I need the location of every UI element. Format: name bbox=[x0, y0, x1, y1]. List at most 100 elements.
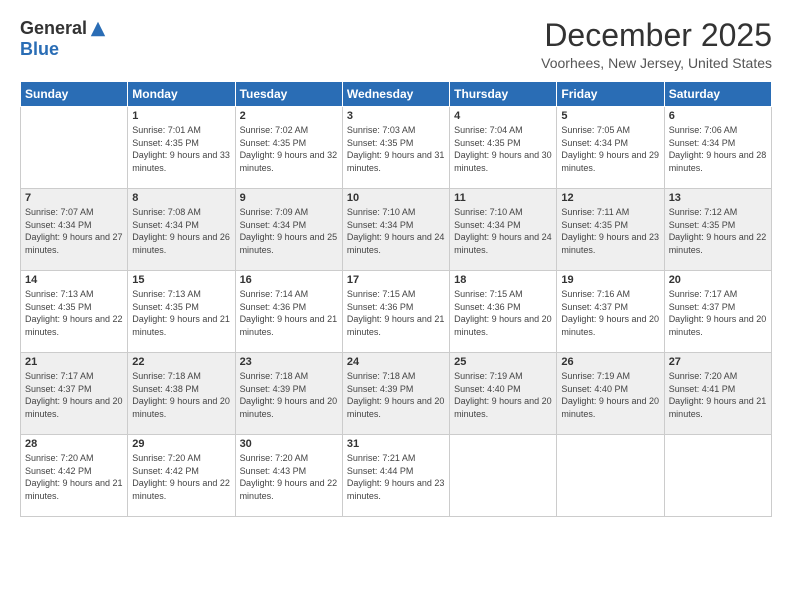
day-info: Sunrise: 7:21 AMSunset: 4:44 PMDaylight:… bbox=[347, 452, 445, 502]
table-row: 29Sunrise: 7:20 AMSunset: 4:42 PMDayligh… bbox=[128, 435, 235, 517]
calendar-week-row: 7 Sunrise: 7:07 AMSunset: 4:34 PMDaylight… bbox=[21, 189, 772, 271]
day-number: 2 bbox=[240, 110, 338, 122]
day-info: Sunrise: 7:16 AMSunset: 4:37 PMDaylight:… bbox=[561, 288, 659, 338]
day-info: Sunrise: 7:17 AMSunset: 4:37 PMDaylight:… bbox=[25, 370, 123, 420]
day-number: 12 bbox=[561, 192, 659, 204]
table-row bbox=[21, 107, 128, 189]
day-info: Sunrise: 7:18 AMSunset: 4:39 PMDaylight:… bbox=[240, 370, 338, 420]
logo: General Blue bbox=[20, 18, 107, 60]
day-info: Sunrise: 7:20 AMSunset: 4:42 PMDaylight:… bbox=[25, 452, 123, 502]
day-number: 11 bbox=[454, 192, 552, 204]
table-row bbox=[450, 435, 557, 517]
day-number: 15 bbox=[132, 274, 230, 286]
day-info: Sunrise: 7:02 AMSunset: 4:35 PMDaylight:… bbox=[240, 124, 338, 174]
day-number: 22 bbox=[132, 356, 230, 368]
calendar-week-row: 1Sunrise: 7:01 AMSunset: 4:35 PMDaylight… bbox=[21, 107, 772, 189]
table-row: 13Sunrise: 7:12 AMSunset: 4:35 PMDayligh… bbox=[664, 189, 771, 271]
day-info: Sunrise: 7:17 AMSunset: 4:37 PMDaylight:… bbox=[669, 288, 767, 338]
day-info: Sunrise: 7:20 AMSunset: 4:42 PMDaylight:… bbox=[132, 452, 230, 502]
table-row: 10 Sunrise: 7:10 AMSunset: 4:34 PMDayligh… bbox=[342, 189, 449, 271]
day-number: 5 bbox=[561, 110, 659, 122]
table-row: 2 Sunrise: 7:02 AMSunset: 4:35 PMDaylight… bbox=[235, 107, 342, 189]
day-number: 19 bbox=[561, 274, 659, 286]
day-info: Sunrise: 7:10 AMSunset: 4:34 PMDaylight:… bbox=[347, 206, 445, 256]
day-info: Sunrise: 7:03 AMSunset: 4:35 PMDaylight:… bbox=[347, 124, 445, 174]
weekday-header-row: Sunday Monday Tuesday Wednesday Thursday… bbox=[21, 82, 772, 107]
table-row: 22 Sunrise: 7:18 AMSunset: 4:38 PMDayligh… bbox=[128, 353, 235, 435]
day-number: 23 bbox=[240, 356, 338, 368]
header-sunday: Sunday bbox=[21, 82, 128, 107]
day-info: Sunrise: 7:18 AMSunset: 4:38 PMDaylight:… bbox=[132, 370, 230, 420]
day-number: 25 bbox=[454, 356, 552, 368]
table-row: 31 Sunrise: 7:21 AMSunset: 4:44 PMDayligh… bbox=[342, 435, 449, 517]
table-row: 21Sunrise: 7:17 AMSunset: 4:37 PMDayligh… bbox=[21, 353, 128, 435]
day-number: 3 bbox=[347, 110, 445, 122]
title-block: December 2025 Voorhees, New Jersey, Unit… bbox=[541, 18, 772, 71]
day-number: 1 bbox=[132, 110, 230, 122]
table-row: 23 Sunrise: 7:18 AMSunset: 4:39 PMDayligh… bbox=[235, 353, 342, 435]
header-thursday: Thursday bbox=[450, 82, 557, 107]
day-info: Sunrise: 7:14 AMSunset: 4:36 PMDaylight:… bbox=[240, 288, 338, 338]
header-tuesday: Tuesday bbox=[235, 82, 342, 107]
day-number: 17 bbox=[347, 274, 445, 286]
day-number: 8 bbox=[132, 192, 230, 204]
day-info: Sunrise: 7:10 AMSunset: 4:34 PMDaylight:… bbox=[454, 206, 552, 256]
table-row: 19 Sunrise: 7:16 AMSunset: 4:37 PMDayligh… bbox=[557, 271, 664, 353]
calendar-week-row: 28 Sunrise: 7:20 AMSunset: 4:42 PMDayligh… bbox=[21, 435, 772, 517]
table-row: 16Sunrise: 7:14 AMSunset: 4:36 PMDayligh… bbox=[235, 271, 342, 353]
header-saturday: Saturday bbox=[664, 82, 771, 107]
day-info: Sunrise: 7:11 AMSunset: 4:35 PMDaylight:… bbox=[561, 206, 659, 256]
table-row: 27 Sunrise: 7:20 AMSunset: 4:41 PMDayligh… bbox=[664, 353, 771, 435]
logo-general-text: General bbox=[20, 18, 87, 39]
day-number: 20 bbox=[669, 274, 767, 286]
day-number: 24 bbox=[347, 356, 445, 368]
table-row: 4Sunrise: 7:04 AMSunset: 4:35 PMDaylight… bbox=[450, 107, 557, 189]
day-info: Sunrise: 7:20 AMSunset: 4:43 PMDaylight:… bbox=[240, 452, 338, 502]
table-row: 30 Sunrise: 7:20 AMSunset: 4:43 PMDayligh… bbox=[235, 435, 342, 517]
day-info: Sunrise: 7:13 AMSunset: 4:35 PMDaylight:… bbox=[25, 288, 123, 338]
table-row: 3 Sunrise: 7:03 AMSunset: 4:35 PMDaylight… bbox=[342, 107, 449, 189]
day-number: 9 bbox=[240, 192, 338, 204]
table-row: 1Sunrise: 7:01 AMSunset: 4:35 PMDaylight… bbox=[128, 107, 235, 189]
day-info: Sunrise: 7:18 AMSunset: 4:39 PMDaylight:… bbox=[347, 370, 445, 420]
header-monday: Monday bbox=[128, 82, 235, 107]
day-info: Sunrise: 7:19 AMSunset: 4:40 PMDaylight:… bbox=[561, 370, 659, 420]
day-info: Sunrise: 7:20 AMSunset: 4:41 PMDaylight:… bbox=[669, 370, 767, 420]
table-row: 11 Sunrise: 7:10 AMSunset: 4:34 PMDayligh… bbox=[450, 189, 557, 271]
calendar-week-row: 21Sunrise: 7:17 AMSunset: 4:37 PMDayligh… bbox=[21, 353, 772, 435]
day-number: 4 bbox=[454, 110, 552, 122]
table-row: 12 Sunrise: 7:11 AMSunset: 4:35 PMDayligh… bbox=[557, 189, 664, 271]
table-row: 28 Sunrise: 7:20 AMSunset: 4:42 PMDayligh… bbox=[21, 435, 128, 517]
table-row: 9 Sunrise: 7:09 AMSunset: 4:34 PMDaylight… bbox=[235, 189, 342, 271]
table-row: 8 Sunrise: 7:08 AMSunset: 4:34 PMDaylight… bbox=[128, 189, 235, 271]
table-row: 5 Sunrise: 7:05 AMSunset: 4:34 PMDaylight… bbox=[557, 107, 664, 189]
day-number: 27 bbox=[669, 356, 767, 368]
logo-icon bbox=[89, 20, 107, 38]
day-info: Sunrise: 7:06 AMSunset: 4:34 PMDaylight:… bbox=[669, 124, 767, 174]
table-row bbox=[557, 435, 664, 517]
day-info: Sunrise: 7:08 AMSunset: 4:34 PMDaylight:… bbox=[132, 206, 230, 256]
month-title: December 2025 bbox=[541, 18, 772, 53]
location: Voorhees, New Jersey, United States bbox=[541, 55, 772, 71]
day-number: 10 bbox=[347, 192, 445, 204]
table-row: 20 Sunrise: 7:17 AMSunset: 4:37 PMDayligh… bbox=[664, 271, 771, 353]
day-info: Sunrise: 7:05 AMSunset: 4:34 PMDaylight:… bbox=[561, 124, 659, 174]
table-row: 14Sunrise: 7:13 AMSunset: 4:35 PMDayligh… bbox=[21, 271, 128, 353]
day-number: 7 bbox=[25, 192, 123, 204]
day-info: Sunrise: 7:09 AMSunset: 4:34 PMDaylight:… bbox=[240, 206, 338, 256]
day-number: 30 bbox=[240, 438, 338, 450]
day-number: 31 bbox=[347, 438, 445, 450]
table-row: 18Sunrise: 7:15 AMSunset: 4:36 PMDayligh… bbox=[450, 271, 557, 353]
day-info: Sunrise: 7:13 AMSunset: 4:35 PMDaylight:… bbox=[132, 288, 230, 338]
header-wednesday: Wednesday bbox=[342, 82, 449, 107]
table-row: 26Sunrise: 7:19 AMSunset: 4:40 PMDayligh… bbox=[557, 353, 664, 435]
day-number: 28 bbox=[25, 438, 123, 450]
table-row: 24 Sunrise: 7:18 AMSunset: 4:39 PMDayligh… bbox=[342, 353, 449, 435]
day-info: Sunrise: 7:07 AMSunset: 4:34 PMDaylight:… bbox=[25, 206, 123, 256]
table-row: 17Sunrise: 7:15 AMSunset: 4:36 PMDayligh… bbox=[342, 271, 449, 353]
table-row: 25Sunrise: 7:19 AMSunset: 4:40 PMDayligh… bbox=[450, 353, 557, 435]
table-row: 15 Sunrise: 7:13 AMSunset: 4:35 PMDayligh… bbox=[128, 271, 235, 353]
day-number: 18 bbox=[454, 274, 552, 286]
day-number: 6 bbox=[669, 110, 767, 122]
day-info: Sunrise: 7:12 AMSunset: 4:35 PMDaylight:… bbox=[669, 206, 767, 256]
